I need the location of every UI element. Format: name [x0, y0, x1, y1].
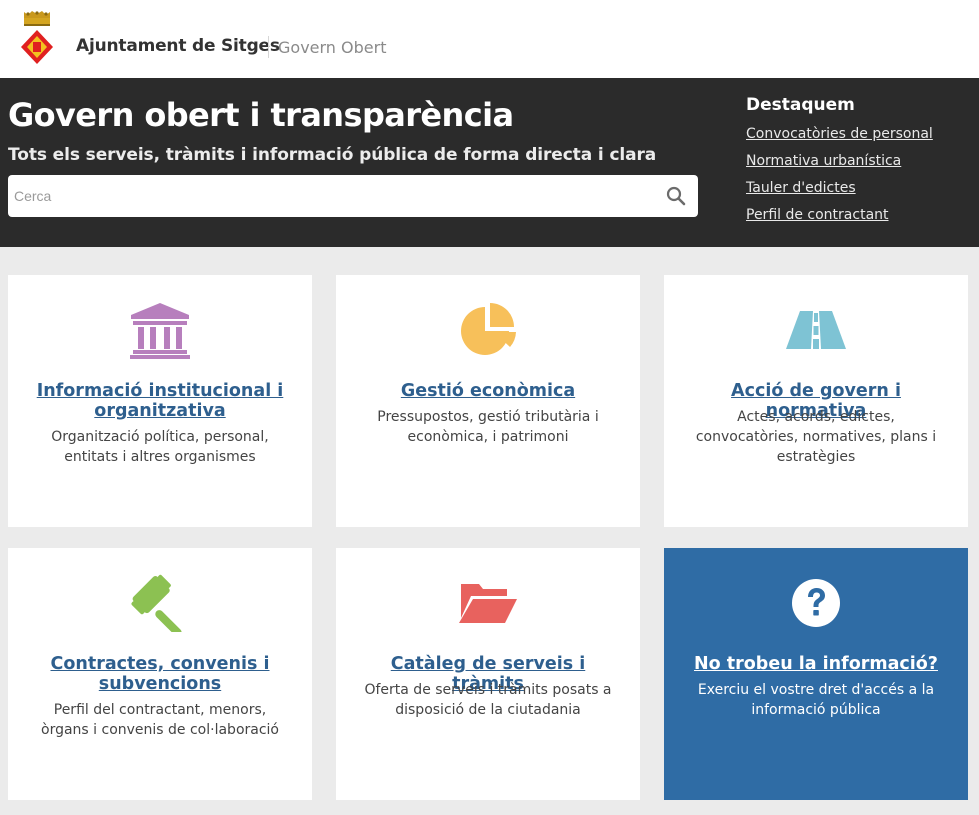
featured-title: Destaquem — [746, 95, 855, 115]
card-description: Oferta de serveis i tràmits posats a dis… — [364, 682, 612, 718]
card-services-catalog[interactable]: Catàleg de serveis i tràmits Oferta de s… — [336, 548, 640, 800]
search-box — [8, 175, 698, 217]
card-title[interactable]: No trobeu la informació? — [682, 654, 950, 674]
folder-open-icon — [459, 584, 517, 623]
top-bar: Ajuntament de Sitges Govern Obert — [0, 0, 979, 78]
card-institutional[interactable]: Informació institucional i organitzativa… — [8, 275, 312, 527]
card-info-request[interactable]: No trobeu la informació? Exerciu el vost… — [664, 548, 968, 800]
page-title: Govern obert i transparència — [8, 96, 514, 134]
brand-name[interactable]: Ajuntament de Sitges — [76, 36, 280, 56]
gavel-icon — [131, 574, 182, 632]
card-title[interactable]: Gestió econòmica — [354, 381, 622, 401]
card-description: Pressupostos, gestió tributària i econòm… — [377, 409, 599, 445]
brand-divider — [268, 36, 269, 58]
road-icon — [786, 311, 846, 349]
card-government-action[interactable]: Acció de govern i normativa Actes, acord… — [664, 275, 968, 527]
card-description: Organització política, personal, entitat… — [51, 429, 269, 465]
featured-link-convocatories[interactable]: Convocatòries de personal — [746, 124, 971, 151]
card-contracts[interactable]: Contractes, convenis i subvencions Perfi… — [8, 548, 312, 800]
card-title[interactable]: Informació institucional i organitzativa — [26, 381, 294, 421]
hero-banner: Govern obert i transparència Tots els se… — [0, 78, 979, 247]
search-icon[interactable] — [666, 186, 686, 206]
card-economic[interactable]: Gestió econòmica Pressupostos, gestió tr… — [336, 275, 640, 527]
featured-link-perfil[interactable]: Perfil de contractant — [746, 205, 971, 232]
pie-chart-icon — [461, 303, 516, 355]
page-subtitle: Tots els serveis, tràmits i informació p… — [8, 145, 657, 165]
featured-link-normativa[interactable]: Normativa urbanística — [746, 151, 971, 178]
card-title[interactable]: Contractes, convenis i subvencions — [26, 654, 294, 694]
coat-of-arms-logo[interactable] — [18, 10, 56, 66]
featured-link-tauler[interactable]: Tauler d'edictes — [746, 178, 971, 205]
card-description: Actes, acords, edictes, convocatòries, n… — [695, 409, 937, 465]
section-name[interactable]: Govern Obert — [278, 38, 386, 57]
card-description: Perfil del contractant, menors, òrgans i… — [41, 702, 279, 738]
category-grid: Informació institucional i organitzativa… — [0, 247, 979, 815]
institution-building-icon — [130, 303, 190, 359]
search-input[interactable] — [8, 175, 648, 217]
featured-links-panel: Destaquem Convocatòries de personal Norm… — [746, 95, 971, 232]
card-description: Exerciu el vostre dret d'accés a la info… — [697, 682, 935, 718]
question-circle-icon — [792, 579, 840, 627]
